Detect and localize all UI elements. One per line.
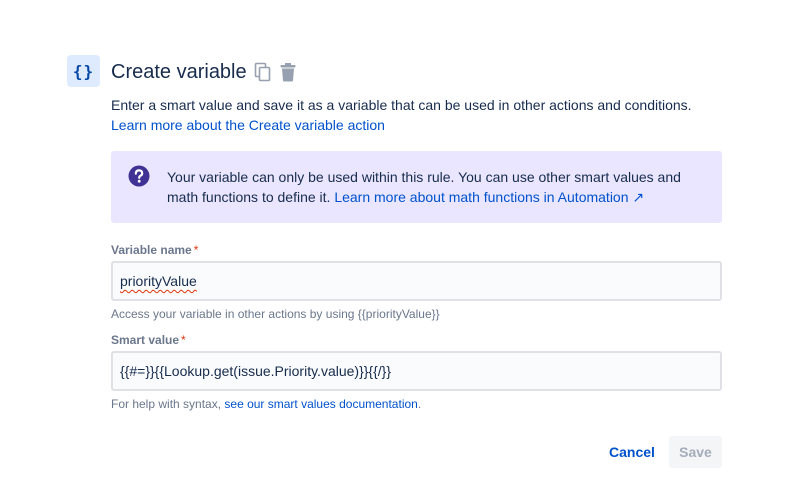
cancel-button[interactable]: Cancel [600, 436, 664, 468]
required-mark: * [181, 333, 186, 347]
smart-value-helper: For help with syntax, see our smart valu… [111, 397, 421, 411]
variable-name-helper: Access your variable in other actions by… [111, 307, 440, 321]
save-button[interactable]: Save [669, 436, 722, 468]
smart-values-docs-link[interactable]: see our smart values documentation [224, 397, 417, 411]
info-text: Your variable can only be used within th… [167, 167, 712, 207]
learn-more-create-variable-link[interactable]: Learn more about the Create variable act… [111, 117, 385, 133]
copy-icon[interactable] [254, 62, 272, 82]
smart-value-helper-text: For help with syntax, [111, 397, 222, 411]
math-functions-link[interactable]: Learn more about math functions in Autom… [334, 189, 644, 205]
smart-value-input[interactable]: {{#=}}{{Lookup.get(issue.Priority.value)… [111, 351, 722, 391]
description-text: Enter a smart value and save it as a var… [111, 97, 692, 113]
page-title: Create variable [111, 61, 247, 83]
smart-value-helper-end: . [417, 397, 422, 411]
variable-name-value: priorityValue [120, 273, 197, 289]
info-panel: Your variable can only be used within th… [111, 151, 722, 223]
variable-name-label: Variable name * [111, 243, 198, 257]
variable-name-input[interactable]: priorityValue [111, 261, 722, 301]
braces-icon: {} [67, 55, 100, 87]
description: Enter a smart value and save it as a var… [111, 95, 731, 135]
trash-icon[interactable] [279, 62, 297, 82]
smart-value-label-text: Smart value [111, 333, 180, 347]
question-circle-icon [128, 165, 150, 192]
smart-value-value: {{#=}}{{Lookup.get(issue.Priority.value)… [120, 363, 392, 379]
title-actions [254, 62, 297, 82]
variable-name-label-text: Variable name [111, 243, 192, 257]
required-mark: * [193, 243, 199, 257]
smart-value-label: Smart value * [111, 333, 186, 347]
